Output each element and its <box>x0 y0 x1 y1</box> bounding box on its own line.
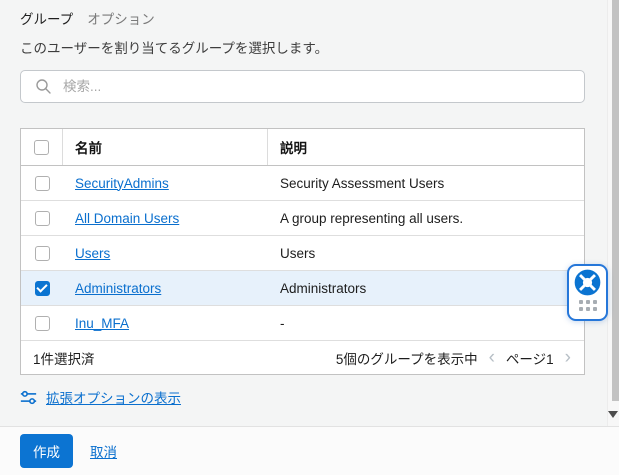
group-name-link[interactable]: Administrators <box>75 281 161 296</box>
advanced-options-link[interactable]: 拡張オプションの表示 <box>46 387 181 407</box>
help-widget[interactable] <box>567 264 608 321</box>
action-bar: 作成 取消 <box>0 426 619 475</box>
table-row: Users Users <box>21 236 584 271</box>
group-name-link[interactable]: Users <box>75 246 110 261</box>
search-box <box>20 70 585 103</box>
table-footer: 1件選択済 5個のグループを表示中 ‹ ページ1 › <box>21 341 584 374</box>
panel-description: このユーザーを割り当てるグループを選択します。 <box>20 37 328 57</box>
table-row: Inu_MFA - <box>21 306 584 341</box>
group-name-link[interactable]: SecurityAdmins <box>75 176 169 191</box>
group-description: Security Assessment Users <box>268 166 584 200</box>
search-icon <box>35 78 52 95</box>
row-checkbox[interactable] <box>35 281 50 296</box>
cancel-link[interactable]: 取消 <box>90 441 117 461</box>
group-description: Users <box>268 236 584 270</box>
tab-groups[interactable]: グループ <box>20 8 73 28</box>
group-description: Administrators <box>268 271 584 305</box>
group-name-link[interactable]: Inu_MFA <box>75 316 129 331</box>
column-header-name: 名前 <box>63 129 268 165</box>
groups-table: 名前 説明 SecurityAdmins Security Assessment… <box>20 128 585 375</box>
life-ring-icon[interactable] <box>574 269 601 296</box>
table-row: SecurityAdmins Security Assessment Users <box>21 166 584 201</box>
table-row: All Domain Users A group representing al… <box>21 201 584 236</box>
row-checkbox[interactable] <box>35 176 50 191</box>
table-row: Administrators Administrators <box>21 271 584 306</box>
column-header-description: 説明 <box>268 129 584 165</box>
advanced-options-toggle[interactable]: 拡張オプションの表示 <box>20 387 181 407</box>
chevron-left-icon[interactable]: ‹ <box>488 348 496 367</box>
scroll-down-arrow-icon[interactable] <box>608 411 618 418</box>
group-description: A group representing all users. <box>268 201 584 235</box>
page-indicator: ページ1 <box>506 348 554 368</box>
group-name-link[interactable]: All Domain Users <box>75 211 179 226</box>
group-selection-panel: グループ オプション このユーザーを割り当てるグループを選択します。 名前 説明… <box>0 0 619 475</box>
chevron-right-icon[interactable]: › <box>564 348 572 367</box>
scrollbar-thumb[interactable] <box>612 0 619 401</box>
search-input[interactable] <box>61 78 574 95</box>
section-tabs: グループ オプション <box>20 8 155 28</box>
pagination: 5個のグループを表示中 ‹ ページ1 › <box>336 348 572 368</box>
tab-options[interactable]: オプション <box>87 8 155 28</box>
group-description: - <box>268 306 584 340</box>
drag-handle-dots-icon[interactable] <box>579 300 597 311</box>
row-checkbox[interactable] <box>35 316 50 331</box>
showing-count: 5個のグループを表示中 <box>336 348 478 368</box>
sliders-icon <box>20 389 37 406</box>
row-checkbox[interactable] <box>35 246 50 261</box>
select-all-checkbox[interactable] <box>34 140 49 155</box>
table-header-row: 名前 説明 <box>21 129 584 166</box>
row-checkbox[interactable] <box>35 211 50 226</box>
create-button[interactable]: 作成 <box>20 434 73 468</box>
selected-count: 1件選択済 <box>33 348 95 368</box>
